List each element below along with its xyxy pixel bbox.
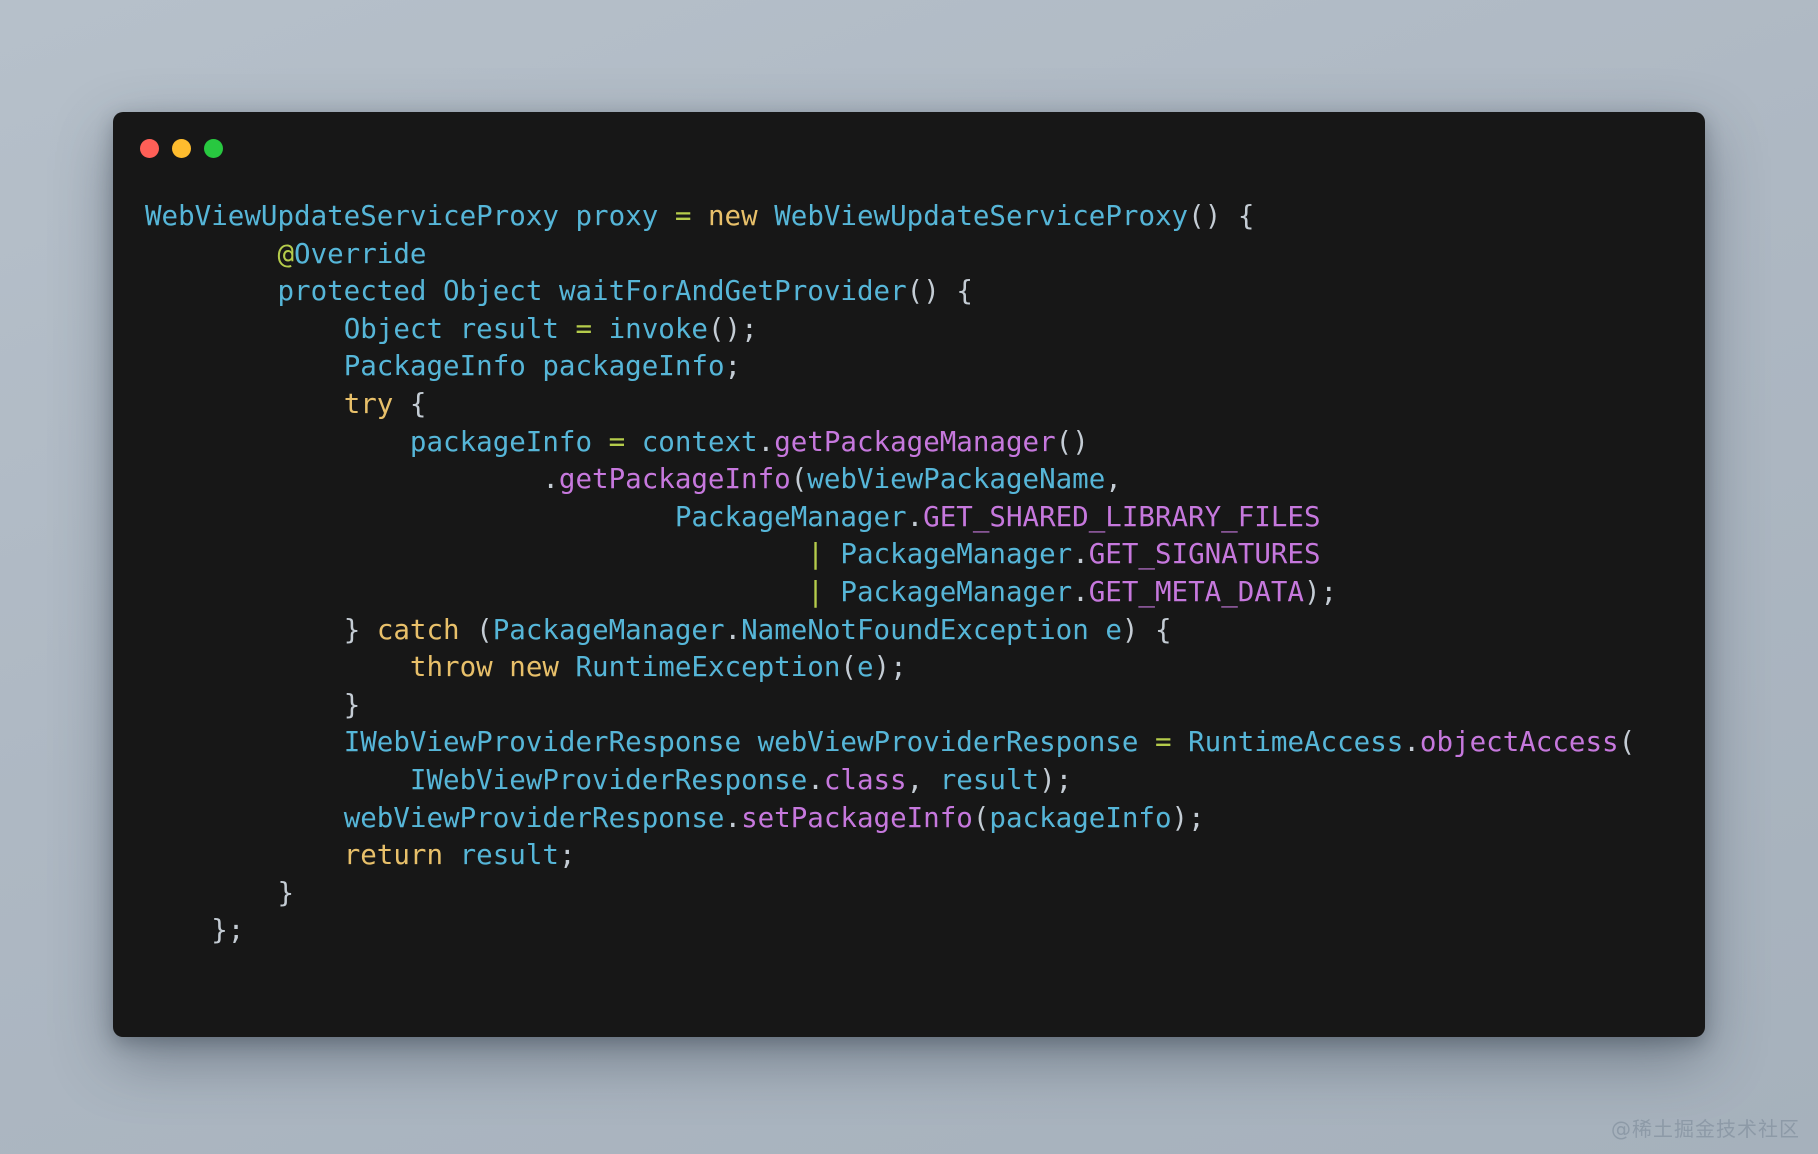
code-area[interactable]: WebViewUpdateServiceProxy proxy = new We… <box>113 198 1705 1037</box>
code-block[interactable]: WebViewUpdateServiceProxy proxy = new We… <box>145 198 1673 950</box>
minimize-icon[interactable] <box>172 139 191 158</box>
watermark: @稀土掘金技术社区 <box>1611 1117 1800 1141</box>
close-icon[interactable] <box>140 139 159 158</box>
maximize-icon[interactable] <box>204 139 223 158</box>
window-titlebar <box>140 139 223 158</box>
code-window: WebViewUpdateServiceProxy proxy = new We… <box>113 112 1705 1037</box>
screenshot-stage: WebViewUpdateServiceProxy proxy = new We… <box>0 0 1818 1154</box>
